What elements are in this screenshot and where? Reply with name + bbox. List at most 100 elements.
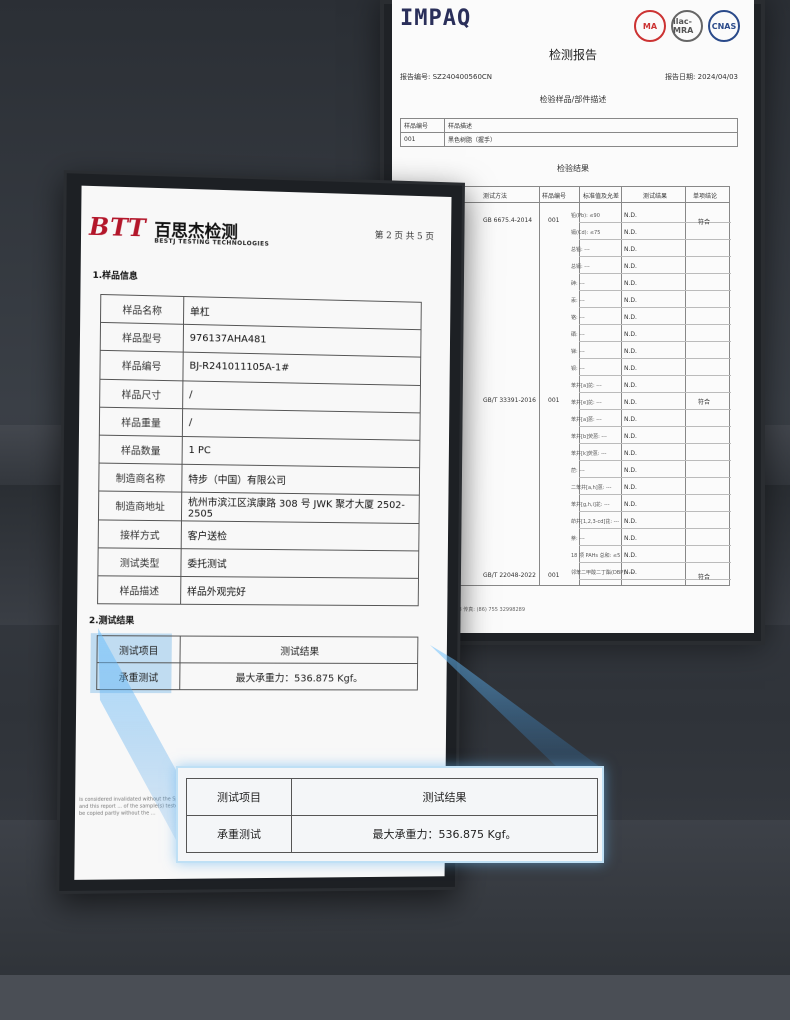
result-nd: N.D. — [624, 229, 637, 236]
result-nd: N.D. — [624, 399, 637, 406]
sample-info-label: 样品重量 — [99, 406, 183, 437]
btt-logo-en: BESTJ TESTING TECHNOLOGIES — [154, 237, 270, 248]
result-nd: N.D. — [624, 569, 637, 576]
sample-info-value: 委托测试 — [180, 548, 419, 579]
result-nd: N.D. — [624, 382, 637, 389]
result-row-line — [579, 443, 731, 444]
zoom-row-result: 最大承重力：536.875 Kgf。 — [291, 815, 598, 853]
result-item: 苯并[k]荧蒽: --- — [571, 451, 607, 457]
result-item: 铅(Pb): ≤90 — [571, 213, 600, 219]
result-item: 总铅: --- — [571, 247, 590, 253]
result-item: 18 项 PAHs 总和: ≤5 — [571, 553, 621, 559]
result-nd: N.D. — [624, 416, 637, 423]
result-item: 䓛: --- — [571, 468, 585, 474]
sample-table-cell: 黑色树脂（握手） — [444, 132, 738, 147]
result-nd: N.D. — [624, 501, 637, 508]
sample-info-value: 特步（中国）有限公司 — [181, 464, 420, 496]
result-item: 萘: --- — [571, 536, 585, 542]
sample-info-label: 样品数量 — [99, 435, 183, 465]
zoom-row-item: 承重测试 — [186, 815, 292, 853]
sample-info-row: 制造商名称 特步（中国）有限公司 — [98, 463, 420, 496]
sample-info-label: 样品尺寸 — [99, 378, 183, 409]
conclusion: 符合 — [698, 574, 711, 581]
sample-info-label: 样品描述 — [97, 575, 181, 605]
result-item: 苯并[e]芘: --- — [571, 400, 602, 406]
sample-info-label: 样品编号 — [99, 350, 184, 381]
cnas-mark-icon: CNAS — [708, 10, 740, 42]
standard-label: GB 6675.4-2014 — [483, 217, 533, 224]
divider — [621, 187, 622, 585]
result-row-line — [579, 392, 731, 393]
result-row-line — [579, 273, 731, 274]
result-item: 二苯并[a,h]蒽: --- — [571, 485, 612, 491]
section-test-result: 2.测试结果 — [88, 616, 135, 627]
result-row-line — [579, 239, 731, 240]
sample-table-header: 样品编号 — [400, 118, 445, 133]
result-row-line — [579, 341, 731, 342]
result-row-line — [579, 477, 731, 478]
sample-info-label: 制造商地址 — [98, 491, 182, 521]
zoom-header-item: 测试项目 — [186, 778, 292, 816]
sample-info-table: 样品名称 单杠 样品型号 976137AHA481 样品编号 BJ-R241011105A… — [97, 294, 422, 606]
sample-info-label: 样品型号 — [100, 322, 184, 353]
section-sample-info: 1.样品信息 — [92, 270, 138, 282]
ilac-mark-icon: ilac-MRA — [671, 10, 703, 42]
result-item: 汞: --- — [571, 298, 585, 304]
result-row-line — [579, 426, 731, 427]
result-nd: N.D. — [624, 246, 637, 253]
result-row-line — [579, 290, 731, 291]
sample-info-value: 1 PC — [182, 436, 420, 468]
result-nd: N.D. — [624, 484, 637, 491]
result-row-line — [579, 528, 731, 529]
result-item: 铬: --- — [571, 315, 585, 321]
test-row-item: 承重测试 — [96, 662, 180, 690]
test-header-item: 测试项目 — [96, 635, 181, 663]
sample-info-label: 制造商名称 — [98, 463, 183, 493]
zoom-table: 测试项目 测试结果 承重测试 最大承重力：536.875 Kgf。 — [186, 778, 598, 853]
zoom-callout: 测试项目 测试结果 承重测试 最大承重力：536.875 Kgf。 — [176, 766, 604, 863]
result-item: 茚并[1,2,3-cd]芘: --- — [571, 519, 620, 525]
sample-info-row: 制造商地址 杭州市滨江区滨康路 308 号 JWK 聚才大厦 2502-2505 — [98, 491, 420, 524]
result-nd: N.D. — [624, 314, 637, 321]
sample-info-value: 客户送检 — [181, 520, 420, 551]
sample-info-label: 测试类型 — [97, 547, 182, 577]
sample-info-row: 测试类型 委托测试 — [97, 547, 419, 579]
sample-info-value: / — [182, 408, 421, 441]
standard-label: GB/T 22048-2022 — [483, 572, 536, 579]
result-item: 苯并[b]荧蒽: --- — [571, 434, 607, 440]
btt-logo: BTT — [88, 211, 147, 243]
report-date: 报告日期: 2024/04/03 — [665, 73, 738, 81]
result-item: 钡: --- — [571, 366, 585, 372]
result-row-line — [579, 358, 731, 359]
test-result-table: 测试项目 测试结果 承重测试 最大承重力：536.875 Kgf。 — [96, 635, 418, 690]
result-header-cell: 测试方法 — [483, 193, 508, 200]
result-item: 硒: --- — [571, 332, 585, 338]
result-row-line — [579, 307, 731, 308]
sample-table-header: 样品描述 — [444, 118, 738, 133]
result-nd: N.D. — [624, 263, 637, 270]
result-nd: N.D. — [624, 552, 637, 559]
result-item: 砷: --- — [571, 281, 585, 287]
test-header-result: 测试结果 — [179, 636, 418, 664]
sample-info-label: 接样方式 — [98, 519, 182, 549]
result-item: 总镉: --- — [571, 264, 590, 270]
result-nd: N.D. — [624, 212, 637, 219]
ma-mark-icon: MA — [634, 10, 666, 42]
sample-section-title: 检验样品/部件描述 — [539, 95, 607, 104]
result-row-line — [579, 256, 731, 257]
result-item: 镉(Cd): ≤75 — [571, 230, 601, 236]
impaq-logo: IMPAQ — [400, 6, 472, 31]
result-nd: N.D. — [624, 365, 637, 372]
result-row-line — [579, 545, 731, 546]
standard-label: GB/T 33391-2016 — [483, 397, 536, 404]
sample-info-label: 样品名称 — [100, 294, 184, 325]
result-nd: N.D. — [624, 433, 637, 440]
sample-info-value: / — [182, 380, 421, 413]
result-header-cell: 标准值及允差 — [583, 193, 620, 200]
result-item: 苯并[a]芘: --- — [571, 383, 602, 389]
result-item: 锑: --- — [571, 349, 585, 355]
sample-number: 001 — [548, 397, 560, 404]
divider — [685, 187, 686, 585]
sample-info-row: 样品描述 样品外观完好 — [97, 575, 419, 606]
result-header-cell: 单项结论 — [693, 193, 718, 200]
